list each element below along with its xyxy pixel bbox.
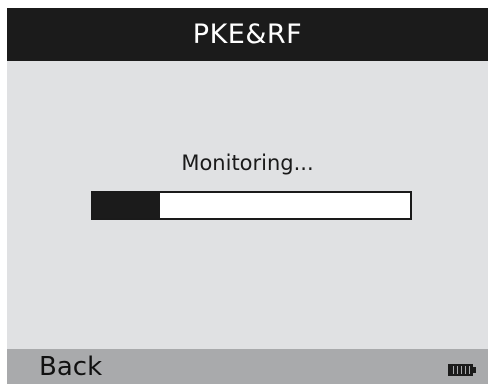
status-text: Monitoring... <box>181 151 314 175</box>
title-bar: PKE&RF <box>7 8 488 61</box>
battery-icon <box>448 364 476 376</box>
progress-bar-fill <box>93 193 160 218</box>
progress-bar <box>91 191 412 220</box>
device-screen: PKE&RF Monitoring... Back <box>7 8 488 384</box>
back-button[interactable]: Back <box>39 352 102 382</box>
screen-title: PKE&RF <box>192 19 303 50</box>
softkey-bar: Back <box>7 349 488 384</box>
